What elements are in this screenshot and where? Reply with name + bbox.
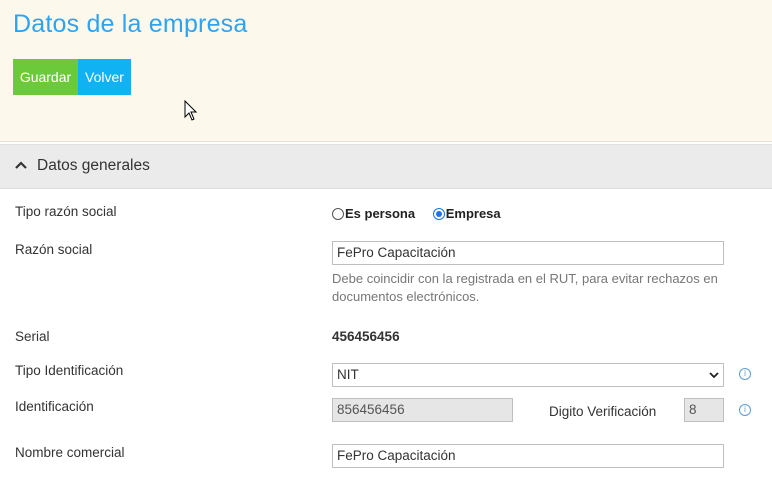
select-arrow-icon <box>709 372 719 379</box>
razon-social-input[interactable]: FePro Capacitación <box>332 241 724 265</box>
radio-es-persona-label: Es persona <box>345 206 416 221</box>
label-identificacion: Identificación <box>15 399 94 414</box>
razon-social-help: Debe coincidir con la registrada en el R… <box>332 271 718 304</box>
radio-empresa-dot[interactable] <box>432 207 445 220</box>
section-title: Datos generales <box>37 157 150 174</box>
tipo-razon-social-radio-group: Es persona Empresa <box>332 206 515 223</box>
label-razon-social: Razón social <box>15 242 93 257</box>
page-title: Datos de la empresa <box>13 10 248 38</box>
info-icon-tipo-identificacion[interactable]: i <box>739 368 751 380</box>
mouse-cursor-icon <box>184 100 198 121</box>
info-icon-digito-verificacion[interactable]: i <box>739 404 751 416</box>
label-digito-verificacion: Digito Verificación <box>549 404 657 419</box>
tipo-identificacion-select[interactable]: NIT <box>332 363 724 387</box>
page-header: Datos de la empresa Guardar Volver <box>0 0 772 142</box>
radio-empresa-label: Empresa <box>445 206 501 221</box>
digito-verificacion-input[interactable]: 8 <box>684 398 724 422</box>
radio-empresa[interactable]: Empresa <box>432 206 501 221</box>
nombre-comercial-input[interactable]: FePro Capacitación <box>332 444 724 468</box>
label-tipo-identificacion: Tipo Identificación <box>15 363 124 378</box>
serial-value: 456456456 <box>332 329 400 344</box>
save-button[interactable]: Guardar <box>13 59 78 95</box>
radio-es-persona[interactable]: Es persona <box>332 206 415 221</box>
label-serial: Serial <box>15 329 50 344</box>
label-nombre-comercial: Nombre comercial <box>15 445 125 460</box>
tipo-identificacion-value: NIT <box>337 367 359 382</box>
section-header-datos-generales[interactable]: Datos generales <box>0 144 772 189</box>
label-tipo-razon-social: Tipo razón social <box>15 204 117 219</box>
chevron-up-icon <box>15 161 27 169</box>
radio-es-persona-dot[interactable] <box>332 207 344 220</box>
back-button[interactable]: Volver <box>78 59 131 95</box>
identificacion-input[interactable]: 856456456 <box>332 398 513 422</box>
